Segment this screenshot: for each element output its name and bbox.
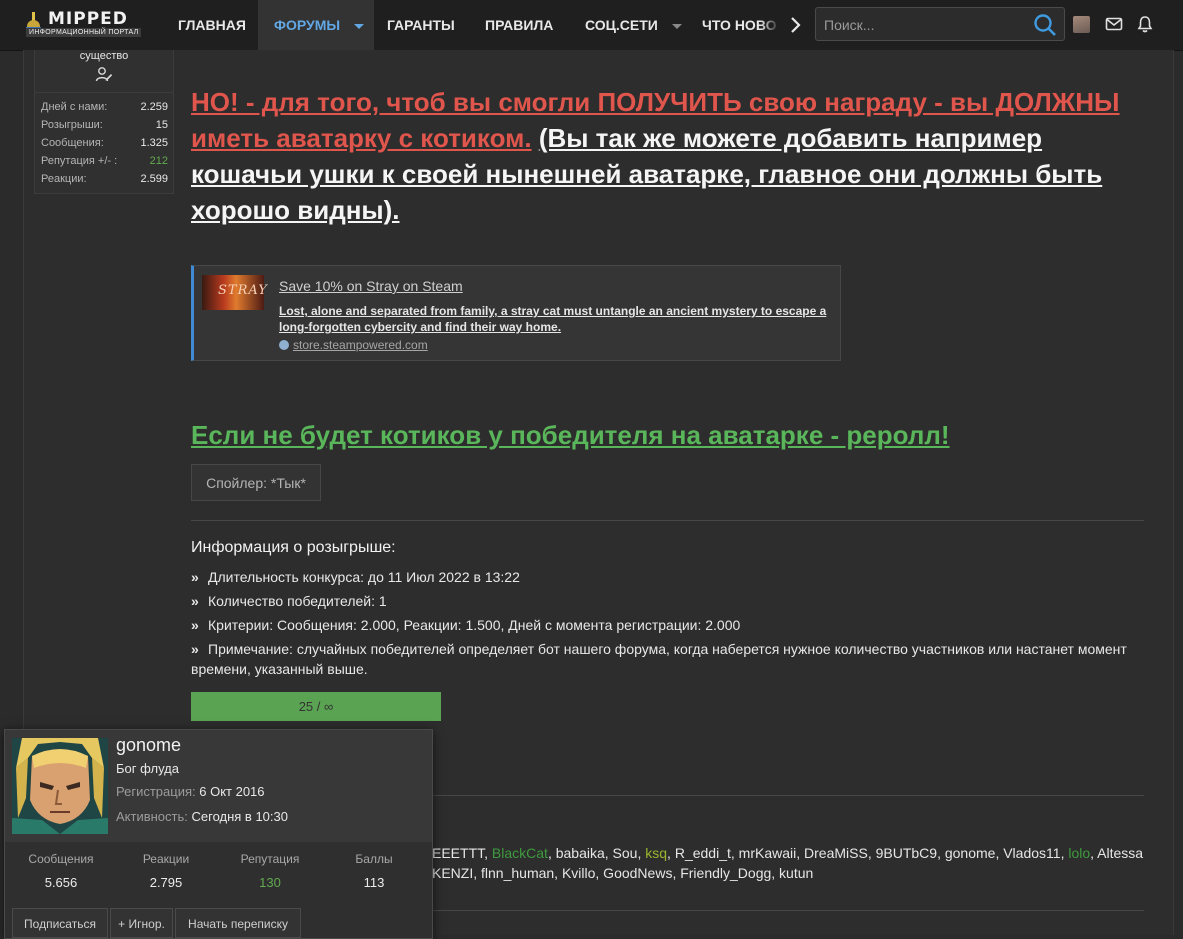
author-stat-days: Дней с нами: 2.259 (41, 101, 168, 113)
ignore-button[interactable]: + Игнор. (110, 908, 173, 938)
member-stat-reputation[interactable]: Репутация 130 (217, 852, 323, 890)
tab-social[interactable]: СОЦ.СЕТИ (569, 0, 690, 50)
tab-social-label: СОЦ.СЕТИ (585, 17, 658, 33)
tab-rules[interactable]: ПРАВИЛА (469, 0, 569, 50)
start-conversation-button[interactable]: Начать переписку (175, 908, 301, 938)
double-chevron-icon: » (191, 569, 199, 585)
search-box[interactable] (815, 7, 1065, 42)
tab-home[interactable]: ГЛАВНАЯ (162, 0, 262, 50)
chevron-down-icon[interactable] (354, 23, 365, 29)
member-avatar[interactable] (12, 738, 108, 834)
author-stat-giveaways: Розыгрыши: 15 (41, 119, 168, 131)
divider (433, 910, 1144, 911)
giveaway-info-item: » Критерии: Сообщения: 2.000, Реакции: 1.… (191, 617, 741, 633)
tab-guarantors[interactable]: ГАРАНТЫ (371, 0, 471, 50)
member-title: Бог флуда (116, 761, 179, 776)
participant-link[interactable]: mrKawaii (739, 845, 797, 861)
participant-link[interactable]: ksq (645, 845, 667, 861)
user-avatar[interactable] (1073, 16, 1090, 33)
divider (433, 795, 1144, 796)
author-stat-messages: Сообщения: 1.325 (41, 137, 168, 149)
tab-forums[interactable]: ФОРУМЫ (258, 0, 375, 50)
logo-name: MIPPED (48, 9, 128, 29)
reroll-notice: Если не будет котиков у победителя на ав… (191, 420, 950, 450)
logo-tagline: ИНФОРМАЦИОННЫЙ ПОРТАЛ (26, 28, 142, 37)
search-icon[interactable] (1032, 12, 1058, 38)
double-chevron-icon: » (191, 617, 199, 633)
top-navigation: MIPPED ИНФОРМАЦИОННЫЙ ПОРТАЛ ГЛАВНАЯ ФОР… (0, 0, 1183, 51)
participation-progress[interactable]: 25 / ∞ (191, 692, 441, 721)
participant-link[interactable]: 9BUTbC9 (876, 845, 937, 861)
double-chevron-icon: » (191, 641, 199, 657)
chevron-right-icon[interactable] (784, 14, 806, 36)
post-author-panel: существо Дней с нами: 2.259 Розыгрыши: 15 … (34, 50, 174, 194)
member-stat-messages[interactable]: Сообщения 5.656 (8, 852, 114, 890)
participant-link[interactable]: Vlados11 (1003, 845, 1060, 861)
member-activity: Активность: Сегодня в 10:30 (116, 809, 288, 824)
participant-link[interactable]: Altessa (1097, 845, 1143, 861)
member-stat-points[interactable]: Баллы 113 (321, 852, 427, 890)
nav-fade (760, 0, 780, 50)
steam-link-preview[interactable]: STRAY Save 10% on Stray on Steam Lost, a… (191, 265, 841, 361)
spoiler-button[interactable]: Спойлер: *Тык* (191, 464, 321, 501)
giveaway-info-item: » Длительность конкурса: до 11 Июл 2022 в… (191, 569, 520, 585)
avatar-requirement-text: НО! - для того, чтоб вы смогли ПОЛУЧИТЬ … (191, 84, 1151, 228)
participant-link[interactable]: R_eddi_t (675, 845, 731, 861)
participants-line-1: EEETTT, BlackCat, babaika, Sou, ksq, R_e… (432, 845, 1144, 861)
member-name[interactable]: gonome (116, 735, 181, 756)
steam-description-link[interactable]: Lost, alone and separated from family, a… (279, 303, 834, 335)
author-role: существо (79, 50, 129, 62)
participant-link[interactable]: DreaMiSS (804, 845, 868, 861)
mail-icon[interactable] (1104, 14, 1124, 34)
author-stat-reputation: Репутация +/- :212 (41, 155, 168, 167)
double-chevron-icon: » (191, 593, 199, 609)
participant-link[interactable]: Sou (613, 845, 638, 861)
site-logo[interactable]: MIPPED ИНФОРМАЦИОННЫЙ ПОРТАЛ (22, 9, 146, 39)
anime-portrait-avatar (12, 738, 108, 834)
giveaway-info-item: » Количество победителей: 1 (191, 593, 387, 609)
participant-link[interactable]: BlackCat (492, 845, 548, 861)
bell-icon[interactable] (1135, 14, 1155, 34)
stray-thumbnail[interactable]: STRAY (202, 275, 267, 310)
participants-list: EEETTT, BlackCat, babaika, Sou, ksq, R_e… (432, 843, 1152, 883)
member-registration: Регистрация: 6 Окт 2016 (116, 784, 265, 799)
member-stat-reactions[interactable]: Реакции 2.795 (113, 852, 219, 890)
member-card-header: gonome Бог флуда Регистрация: 6 Окт 2016… (5, 730, 432, 842)
user-edit-icon[interactable] (95, 66, 113, 82)
participant-link[interactable]: gonome (945, 845, 996, 861)
author-stat-reactions: Реакции: 2.599 (41, 173, 168, 185)
follow-button[interactable]: Подписаться (12, 908, 108, 938)
participant-link[interactable]: EEETTT (432, 845, 484, 861)
chevron-down-icon[interactable] (671, 23, 682, 29)
participants-line-2: KENZI, flnn_human, Kvillo, GoodNews, Fri… (432, 865, 814, 881)
steam-host-link[interactable]: store.steampowered.com (279, 338, 428, 352)
participant-link[interactable]: lolo (1068, 845, 1090, 861)
divider (191, 520, 1144, 521)
steam-icon (279, 340, 289, 350)
tab-forums-label: ФОРУМЫ (274, 17, 341, 33)
member-tooltip-card: gonome Бог флуда Регистрация: 6 Окт 2016… (4, 729, 433, 939)
participant-link[interactable]: babaika (556, 845, 605, 861)
search-input[interactable] (822, 8, 1031, 42)
giveaway-info-title: Информация о розыгрыше: (191, 539, 396, 556)
giveaway-info-item: » Примечание: случайных победителей опред… (191, 641, 1127, 677)
steam-title-link[interactable]: Save 10% on Stray on Steam (279, 278, 463, 294)
